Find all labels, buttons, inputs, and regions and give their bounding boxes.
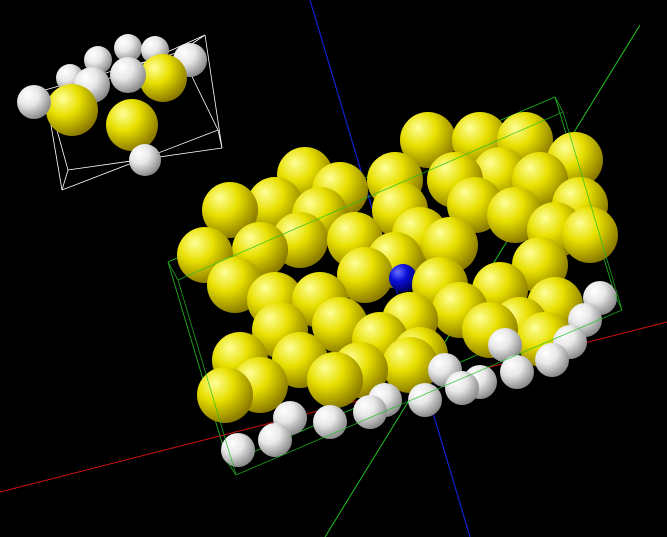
white-atom — [408, 383, 442, 417]
yellow-atom — [139, 54, 187, 102]
white-atom — [353, 395, 387, 429]
yellow-atom — [562, 207, 618, 263]
atom-scene-svg[interactable] — [0, 0, 667, 537]
large-cell-edge — [167, 261, 179, 281]
large-crystal-atoms — [177, 112, 618, 467]
white-atom — [445, 371, 479, 405]
white-atom — [313, 405, 347, 439]
white-atom — [258, 423, 292, 457]
small-molecule-atoms — [17, 34, 207, 176]
yellow-atom — [307, 352, 363, 408]
small-cell-edge — [61, 169, 69, 191]
white-atom — [221, 433, 255, 467]
white-atom — [110, 57, 146, 93]
yellow-atom — [46, 84, 98, 136]
small-cell-edge — [204, 34, 223, 149]
white-atom — [535, 343, 569, 377]
yellow-atom — [106, 99, 158, 151]
molecular-viewer-canvas[interactable] — [0, 0, 667, 537]
yellow-atom — [197, 367, 253, 423]
white-atom — [129, 144, 161, 176]
white-atom — [17, 85, 51, 119]
